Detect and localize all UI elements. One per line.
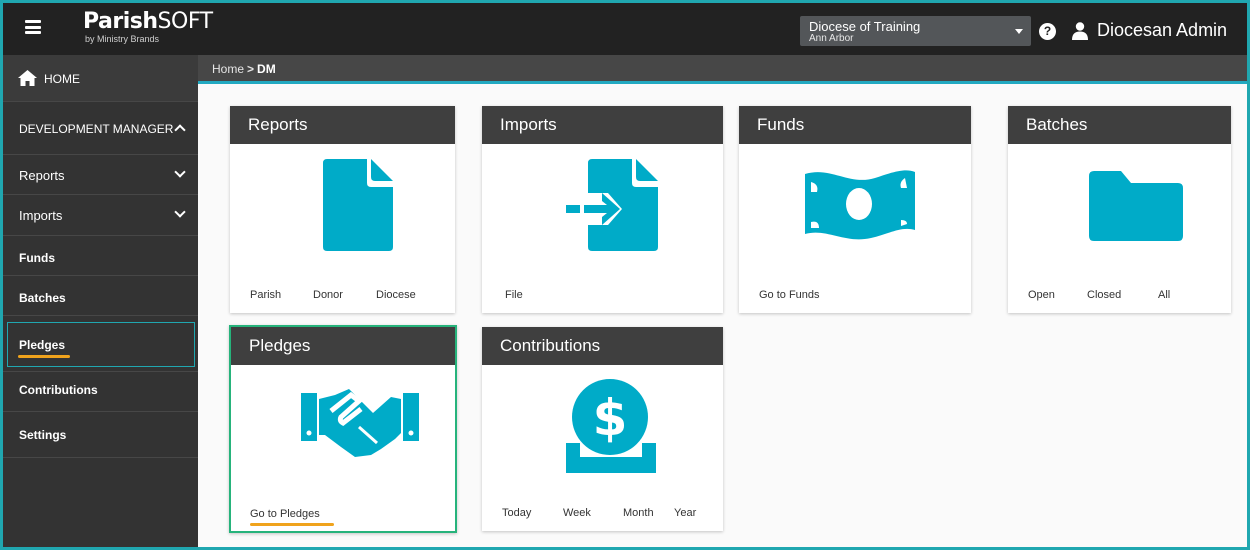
breadcrumb: Home > DM bbox=[212, 62, 276, 76]
home-icon bbox=[18, 70, 37, 86]
contributions-link-year[interactable]: Year bbox=[674, 507, 696, 519]
sidebar-item-pledges[interactable]: Pledges bbox=[3, 316, 198, 371]
contributions-link-month[interactable]: Month bbox=[623, 507, 654, 519]
sidebar-item-batches[interactable]: Batches bbox=[3, 276, 198, 316]
logo-subtitle: by Ministry Brands bbox=[85, 34, 160, 44]
batches-link-all[interactable]: All bbox=[1158, 289, 1170, 301]
diocese-name: Diocese of Training bbox=[809, 19, 921, 34]
highlight-underline bbox=[250, 523, 334, 526]
coin-deposit-icon: $ bbox=[566, 379, 656, 473]
svg-text:$: $ bbox=[593, 389, 628, 447]
report-link-diocese[interactable]: Diocese bbox=[376, 289, 416, 301]
hamburger-menu-icon[interactable] bbox=[25, 20, 41, 34]
breadcrumb-bar: Home > DM bbox=[198, 55, 1247, 84]
money-bill-icon bbox=[805, 170, 915, 240]
dropdown-caret-icon bbox=[1015, 29, 1023, 34]
batches-link-open[interactable]: Open bbox=[1028, 289, 1055, 301]
sidebar-item-label: Reports bbox=[19, 168, 65, 183]
card-title: Funds bbox=[739, 106, 971, 144]
funds-card: Funds Go to Funds bbox=[739, 106, 971, 313]
sidebar-item-label: Settings bbox=[19, 428, 67, 442]
sidebar-item-label: HOME bbox=[44, 72, 80, 86]
contributions-link-week[interactable]: Week bbox=[563, 507, 591, 519]
imports-card: Imports File bbox=[482, 106, 723, 313]
report-link-parish[interactable]: Parish bbox=[250, 289, 281, 301]
contributions-card: Contributions $ Today Week Month Year bbox=[482, 327, 723, 531]
document-icon bbox=[323, 159, 393, 251]
sidebar-item-label: Funds bbox=[19, 251, 55, 265]
sidebar-item-settings[interactable]: Settings bbox=[3, 412, 198, 458]
sidebar-item-funds[interactable]: Funds bbox=[3, 236, 198, 276]
sidebar-section-development-manager[interactable]: DEVELOPMENT MANAGER bbox=[3, 102, 198, 155]
funds-link-go[interactable]: Go to Funds bbox=[759, 289, 820, 301]
top-bar: ParishSOFT by Ministry Brands Diocese of… bbox=[3, 3, 1247, 55]
sidebar-item-home[interactable]: HOME bbox=[3, 55, 198, 102]
contributions-link-today[interactable]: Today bbox=[502, 507, 531, 519]
user-icon[interactable] bbox=[1072, 22, 1088, 40]
breadcrumb-home-link[interactable]: Home bbox=[212, 62, 244, 76]
app-frame: ParishSOFT by Ministry Brands Diocese of… bbox=[0, 0, 1250, 550]
sidebar-item-label: Contributions bbox=[19, 383, 98, 397]
sidebar-item-reports[interactable]: Reports bbox=[3, 155, 198, 195]
card-title: Reports bbox=[230, 106, 455, 144]
folder-icon bbox=[1089, 171, 1183, 241]
parishsoft-logo[interactable]: ParishSOFT by Ministry Brands bbox=[83, 9, 213, 44]
card-title: Imports bbox=[482, 106, 723, 144]
user-name[interactable]: Diocesan Admin bbox=[1097, 20, 1227, 41]
batches-link-closed[interactable]: Closed bbox=[1087, 289, 1121, 301]
handshake-icon bbox=[301, 389, 419, 457]
chevron-up-icon bbox=[174, 124, 186, 136]
file-import-icon bbox=[566, 159, 658, 251]
sidebar-item-label: Pledges bbox=[19, 338, 66, 352]
diocese-location: Ann Arbor bbox=[809, 33, 854, 44]
help-icon[interactable]: ? bbox=[1039, 23, 1056, 40]
chevron-down-icon bbox=[174, 166, 186, 178]
import-link-file[interactable]: File bbox=[505, 289, 523, 301]
report-link-donor[interactable]: Donor bbox=[313, 289, 343, 301]
batches-card: Batches Open Closed All bbox=[1008, 106, 1231, 313]
card-title: Contributions bbox=[482, 327, 723, 365]
card-title: Pledges bbox=[231, 327, 455, 365]
card-title: Batches bbox=[1008, 106, 1231, 144]
highlight-underline bbox=[18, 355, 70, 358]
chevron-down-icon bbox=[174, 206, 186, 218]
breadcrumb-separator: > bbox=[247, 62, 255, 76]
sidebar: HOME DEVELOPMENT MANAGER Reports Imports… bbox=[3, 55, 198, 547]
sidebar-item-imports[interactable]: Imports bbox=[3, 195, 198, 236]
pledges-card: Pledges Go to Pledges bbox=[229, 325, 457, 533]
sidebar-item-contributions[interactable]: Contributions bbox=[3, 371, 198, 412]
diocese-selector[interactable]: Diocese of Training Ann Arbor bbox=[800, 16, 1031, 46]
breadcrumb-current: DM bbox=[257, 62, 276, 76]
reports-card: Reports Parish Donor Diocese bbox=[230, 106, 455, 313]
pledges-link-go[interactable]: Go to Pledges bbox=[250, 508, 320, 520]
sidebar-section-label: DEVELOPMENT MANAGER bbox=[19, 122, 174, 136]
sidebar-item-label: Batches bbox=[19, 291, 66, 305]
sidebar-item-label: Imports bbox=[19, 208, 63, 223]
